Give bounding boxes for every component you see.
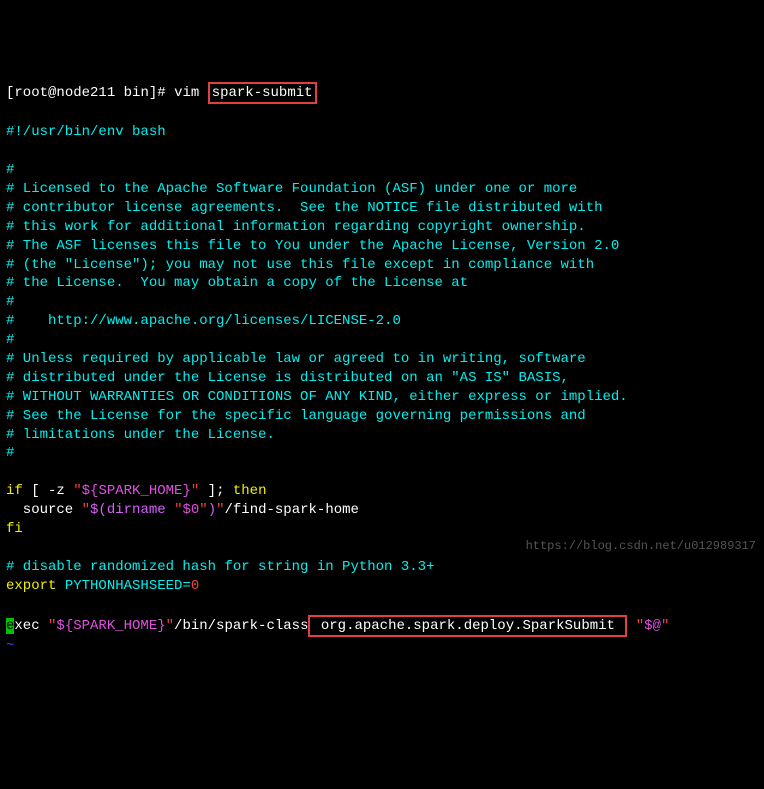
comment: # this work for additional information r… xyxy=(6,219,586,235)
comment: # disable randomized hash for string in … xyxy=(6,559,434,575)
comment: # http://www.apache.org/licenses/LICENSE… xyxy=(6,313,401,329)
comment: # limitations under the License. xyxy=(6,427,275,443)
comment: # xyxy=(6,445,14,461)
source-line: source "$(dirname "$0")"/find-spark-home xyxy=(6,502,359,518)
highlight-filename: spark-submit xyxy=(208,82,317,105)
comment: # xyxy=(6,162,14,178)
comment: # contributor license agreements. See th… xyxy=(6,200,603,216)
exec-line: exec "${SPARK_HOME}"/bin/spark-class org… xyxy=(6,618,669,634)
comment: # Unless required by applicable law or a… xyxy=(6,351,586,367)
vim-tilde: ~ xyxy=(6,638,14,654)
if-line: if [ -z "${SPARK_HOME}" ]; then xyxy=(6,483,266,499)
comment: # See the License for the specific langu… xyxy=(6,408,586,424)
terminal-output[interactable]: [root@node211 bin]# vim spark-submit #!/… xyxy=(6,82,758,657)
comment: # xyxy=(6,332,14,348)
cursor: e xyxy=(6,618,14,634)
highlight-classname: org.apache.spark.deploy.SparkSubmit xyxy=(308,615,627,638)
comment: # The ASF licenses this file to You unde… xyxy=(6,238,619,254)
comment: # distributed under the License is distr… xyxy=(6,370,569,386)
export-line: export PYTHONHASHSEED=0 xyxy=(6,578,199,594)
shell-prompt: [root@node211 bin]# vim xyxy=(6,85,208,101)
comment: # the License. You may obtain a copy of … xyxy=(6,275,468,291)
comment: # WITHOUT WARRANTIES OR CONDITIONS OF AN… xyxy=(6,389,628,405)
comment: # Licensed to the Apache Software Founda… xyxy=(6,181,577,197)
comment: # xyxy=(6,294,14,310)
fi-line: fi xyxy=(6,521,23,537)
shebang-line: #!/usr/bin/env bash xyxy=(6,124,166,140)
comment: # (the "License"); you may not use this … xyxy=(6,257,594,273)
